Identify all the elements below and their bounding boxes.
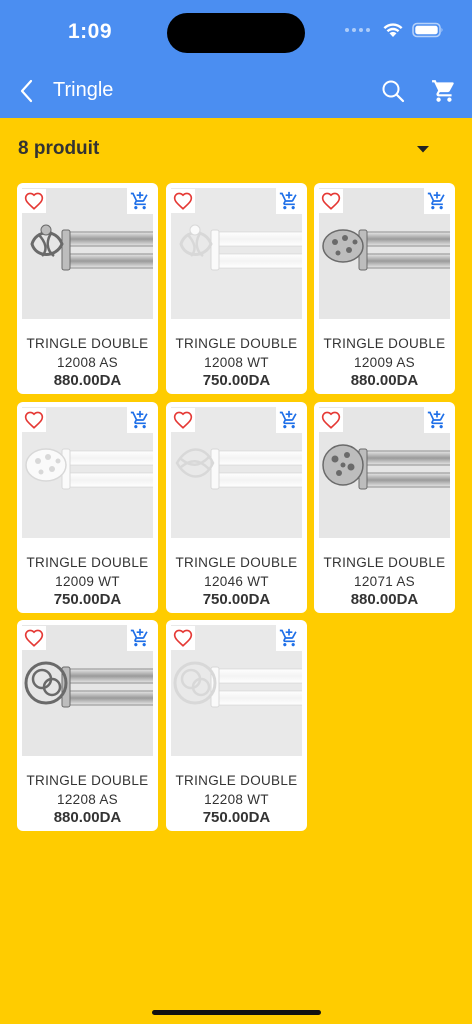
product-card[interactable]: TRINGLE DOUBLE 12009 WT 750.00DA (17, 402, 158, 613)
sort-dropdown-button[interactable] (410, 136, 436, 162)
battery-icon (412, 22, 443, 38)
product-name: TRINGLE DOUBLE 12208 AS (17, 771, 158, 809)
product-name: TRINGLE DOUBLE 12208 WT (166, 771, 307, 809)
add-to-cart-button[interactable] (127, 407, 153, 433)
app-bar: Tringle (0, 64, 472, 118)
product-price: 880.00DA (350, 591, 419, 608)
product-name-line1: TRINGLE DOUBLE (26, 555, 149, 570)
product-name-line2: 12008 AS (57, 355, 118, 370)
page-title: Tringle (53, 79, 114, 101)
product-name: TRINGLE DOUBLE 12008 WT (166, 334, 307, 372)
product-name-line1: TRINGLE DOUBLE (26, 336, 149, 351)
add-to-cart-icon (130, 191, 148, 210)
add-to-cart-icon (427, 410, 445, 429)
dynamic-island (167, 13, 305, 53)
search-icon (382, 80, 405, 103)
heart-icon (24, 629, 44, 647)
status-indicators (345, 22, 444, 38)
add-to-cart-button[interactable] (276, 188, 302, 214)
product-name: TRINGLE DOUBLE 12071 AS (314, 553, 455, 591)
product-name: TRINGLE DOUBLE 12008 AS (17, 334, 158, 372)
product-price: 880.00DA (350, 372, 419, 389)
favorite-button[interactable] (319, 189, 343, 213)
product-price: 750.00DA (202, 591, 271, 608)
product-name-line2: 12208 AS (57, 792, 118, 807)
add-to-cart-icon (279, 628, 297, 647)
favorite-button[interactable] (22, 408, 46, 432)
product-price: 750.00DA (202, 372, 271, 389)
heart-icon (321, 411, 341, 429)
product-count: 8 produit (18, 138, 100, 159)
heart-icon (24, 192, 44, 210)
cart-icon (432, 80, 454, 102)
favorite-button[interactable] (319, 408, 343, 432)
add-to-cart-button[interactable] (424, 407, 450, 433)
add-to-cart-button[interactable] (424, 188, 450, 214)
status-time: 1:09 (68, 20, 113, 43)
product-name-line2: 12208 WT (204, 792, 269, 807)
product-card[interactable]: TRINGLE DOUBLE 12046 WT 750.00DA (166, 402, 307, 613)
heart-icon (173, 192, 193, 210)
add-to-cart-icon (427, 191, 445, 210)
product-name-line2: 12009 AS (354, 355, 415, 370)
product-price: 750.00DA (202, 809, 271, 826)
product-name-line2: 12008 WT (204, 355, 269, 370)
product-name: TRINGLE DOUBLE 12009 WT (17, 553, 158, 591)
search-button[interactable] (378, 76, 408, 106)
product-card[interactable]: TRINGLE DOUBLE 12009 AS 880.00DA (314, 183, 455, 394)
favorite-button[interactable] (22, 626, 46, 650)
wifi-icon (383, 23, 403, 37)
product-name-line2: 12071 AS (354, 574, 415, 589)
product-price: 880.00DA (53, 372, 122, 389)
chevron-left-icon (20, 79, 33, 103)
add-to-cart-button[interactable] (276, 625, 302, 651)
product-price: 750.00DA (53, 591, 122, 608)
product-card[interactable]: TRINGLE DOUBLE 12008 AS 880.00DA (17, 183, 158, 394)
product-name-line1: TRINGLE DOUBLE (175, 555, 298, 570)
product-card[interactable]: TRINGLE DOUBLE 12071 AS 880.00DA (314, 402, 455, 613)
product-name-line1: TRINGLE DOUBLE (26, 773, 149, 788)
product-card[interactable]: TRINGLE DOUBLE 12208 AS 880.00DA (17, 620, 158, 831)
favorite-button[interactable] (22, 189, 46, 213)
product-name-line1: TRINGLE DOUBLE (323, 555, 446, 570)
add-to-cart-icon (130, 410, 148, 429)
add-to-cart-button[interactable] (127, 188, 153, 214)
favorite-button[interactable] (171, 189, 195, 213)
add-to-cart-icon (279, 191, 297, 210)
caret-down-icon (417, 146, 429, 153)
home-indicator[interactable] (152, 1010, 321, 1015)
product-price: 880.00DA (53, 809, 122, 826)
product-name-line1: TRINGLE DOUBLE (175, 336, 298, 351)
favorite-button[interactable] (171, 408, 195, 432)
add-to-cart-button[interactable] (127, 625, 153, 651)
product-card[interactable]: TRINGLE DOUBLE 12208 WT 750.00DA (166, 620, 307, 831)
listing-header: 8 produit (0, 118, 472, 180)
add-to-cart-icon (130, 628, 148, 647)
heart-icon (173, 411, 193, 429)
product-card[interactable]: TRINGLE DOUBLE 12008 WT 750.00DA (166, 183, 307, 394)
status-bar: 1:09 (0, 0, 472, 64)
cellular-signal-icon (345, 28, 370, 32)
add-to-cart-button[interactable] (276, 407, 302, 433)
heart-icon (173, 629, 193, 647)
heart-icon (321, 192, 341, 210)
product-name: TRINGLE DOUBLE 12009 AS (314, 334, 455, 372)
product-name-line1: TRINGLE DOUBLE (175, 773, 298, 788)
back-button[interactable] (12, 76, 42, 106)
favorite-button[interactable] (171, 626, 195, 650)
product-name-line1: TRINGLE DOUBLE (323, 336, 446, 351)
product-name-line2: 12046 WT (204, 574, 269, 589)
product-name-line2: 12009 WT (55, 574, 120, 589)
add-to-cart-icon (279, 410, 297, 429)
heart-icon (24, 411, 44, 429)
product-name: TRINGLE DOUBLE 12046 WT (166, 553, 307, 591)
cart-button[interactable] (428, 75, 460, 107)
